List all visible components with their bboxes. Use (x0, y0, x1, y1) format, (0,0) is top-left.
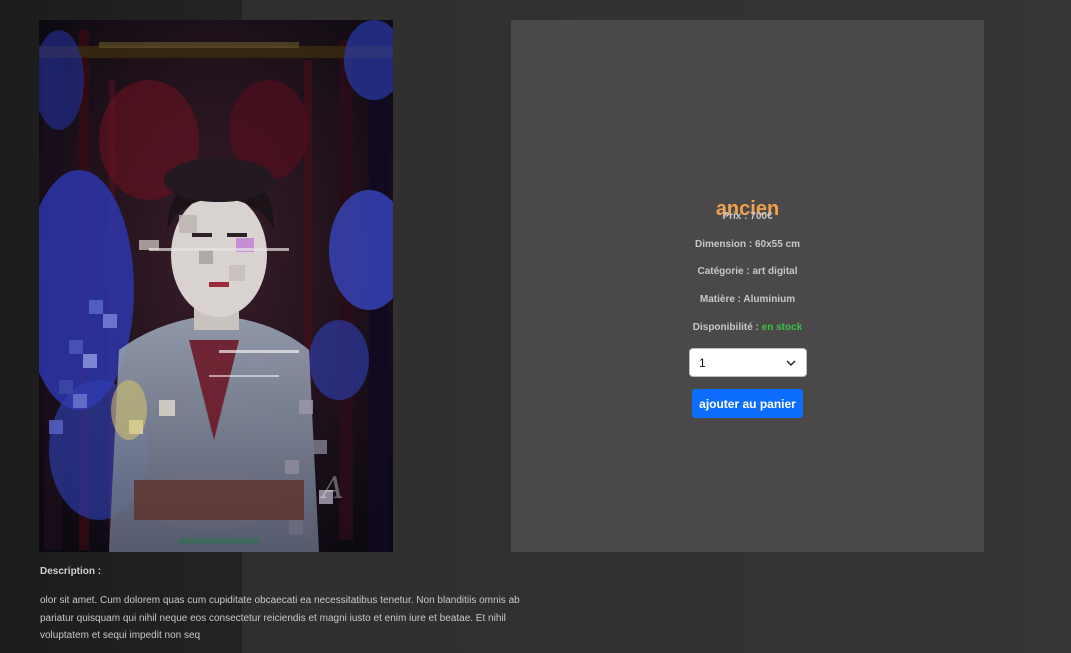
product-dimension: Dimension : 60x55 cm (694, 239, 801, 250)
quantity-value: 1 (699, 355, 706, 370)
description-text: olor sit amet. Cum dolorem quas cum cupi… (40, 595, 520, 641)
artwork-image: A (39, 20, 393, 552)
product-material: Matière : Aluminium (699, 294, 796, 305)
availability-label: Disponibilité : (692, 322, 759, 333)
product-info-card: ancien Prix : 700€ Dimension : 60x55 cm … (511, 20, 984, 552)
watermark-logo: A (319, 471, 344, 506)
quantity-select[interactable]: 1 (689, 348, 807, 377)
product-availability: Disponibilité : en stock (511, 322, 984, 333)
product-page: A ancien Prix : 700€ Dimension : 60x55 c… (0, 0, 1071, 653)
chevron-down-icon (786, 360, 796, 366)
product-category: Catégorie : art digital (697, 266, 798, 277)
description-heading: Description : (40, 566, 102, 577)
product-price: Prix : 700€ (722, 211, 773, 222)
add-to-cart-button[interactable]: ajouter au panier (692, 389, 803, 418)
availability-status: en stock (761, 322, 803, 333)
